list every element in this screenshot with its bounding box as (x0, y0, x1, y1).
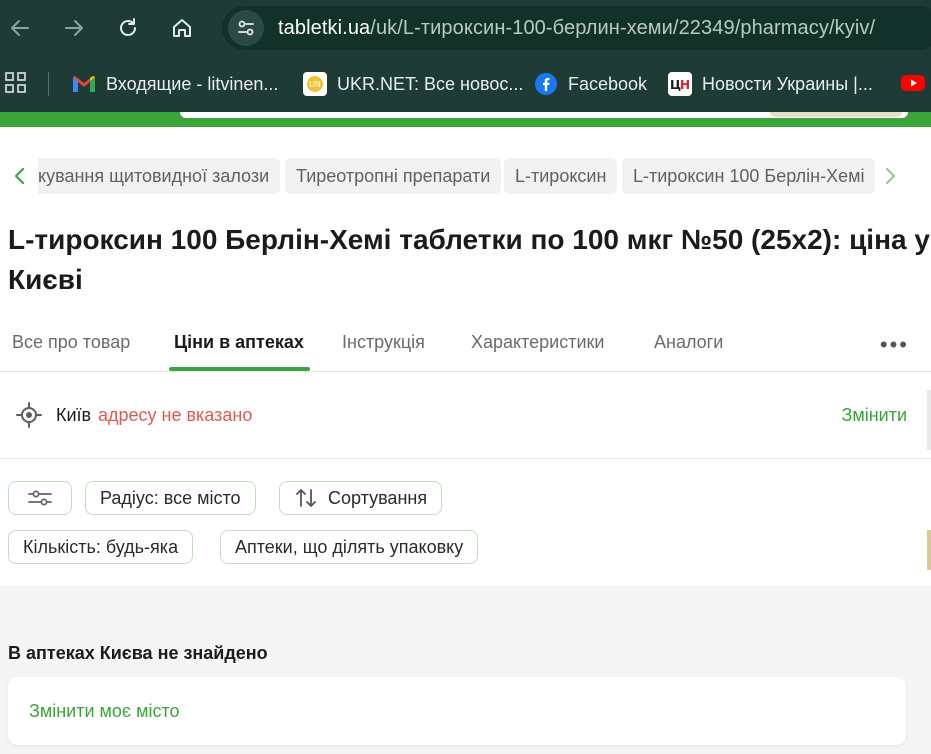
chip-label: Аптеки, що ділять упаковку (235, 536, 464, 557)
bookmark-label: Новости Украины |... (702, 73, 873, 94)
bookmark-label: UKR.NET: Все новос... (337, 73, 524, 94)
breadcrumb-item[interactable]: Тиреотропні препарати (285, 158, 502, 194)
location-city: Київ (56, 405, 92, 425)
reload-icon (120, 18, 136, 36)
address-bar[interactable]: tabletki.ua/uk/L-тироксин-100-берлин-хем… (222, 6, 931, 50)
tab-about[interactable]: Все про товар (12, 332, 130, 353)
tsn-icon: ЦН (668, 72, 692, 96)
breadcrumb-item[interactable]: L-тироксин 100 Берлін-Хемі (622, 158, 876, 194)
svg-text:Н: Н (680, 78, 690, 92)
breadcrumb-label: L-тироксин 100 Берлін-Хемі (633, 165, 865, 186)
radius-filter[interactable]: Радіус: все місто (85, 481, 256, 515)
bookmark-label: Facebook (568, 73, 648, 94)
bookmarks-bar: Входящие - litvinen... UN UKR.NET: Все н… (0, 56, 931, 112)
chevron-right-icon (885, 167, 896, 185)
chip-label: Кількість: будь-яка (23, 536, 179, 557)
breadcrumb-item[interactable]: кування щитовидної залози (38, 158, 280, 194)
location-target-icon (16, 402, 42, 433)
breadcrumb: кування щитовидної залози Тиреотропні пр… (0, 158, 931, 194)
tab-instructions[interactable]: Інструкція (342, 332, 425, 353)
gmail-icon (72, 72, 96, 96)
breadcrumb-label: кування щитовидної залози (38, 165, 270, 186)
site-header-strip (0, 112, 931, 127)
ukrnet-icon: UN (303, 72, 327, 96)
site-info-button[interactable] (228, 10, 264, 46)
url-path: /uk/L-тироксин-100-берлин-хеми/22349/pha… (370, 16, 876, 39)
sort-button[interactable]: Сортування (279, 481, 443, 515)
page-edge-element (927, 390, 931, 450)
bookmarks-separator (48, 72, 49, 96)
split-package-filter[interactable]: Аптеки, що ділять упаковку (220, 530, 479, 564)
browser-chrome: tabletki.ua/uk/L-тироксин-100-берлин-хем… (0, 0, 931, 112)
active-tab-indicator (169, 367, 310, 371)
home-icon (173, 19, 191, 37)
tab-prices[interactable]: Ціни в аптеках (174, 332, 304, 353)
no-results-heading: В аптеках Києва не знайдено (8, 643, 268, 663)
location-row: Київ адресу не вказано Змінити (0, 388, 931, 440)
header-button-edge (770, 112, 902, 117)
bookmark-ukrnet[interactable]: UN UKR.NET: Все новос... (303, 70, 523, 98)
youtube-icon (901, 75, 925, 91)
filters-button[interactable] (8, 481, 72, 515)
location-address[interactable]: адресу не вказано (98, 405, 252, 426)
breadcrumb-next-button[interactable] (878, 164, 902, 188)
back-button[interactable] (4, 12, 36, 44)
apps-grid-icon (5, 72, 26, 93)
breadcrumb-prev-button[interactable] (8, 164, 32, 188)
bookmark-facebook[interactable]: Facebook (534, 70, 647, 98)
tune-icon (238, 20, 254, 36)
bookmark-youtube[interactable] (900, 73, 926, 98)
sort-arrows-icon (296, 489, 316, 507)
home-button[interactable] (166, 12, 198, 44)
change-location-button[interactable]: Змінити (841, 405, 907, 426)
breadcrumb-label: L-тироксин (515, 165, 607, 186)
url-text: tabletki.ua/uk/L-тироксин-100-берлин-хем… (278, 17, 875, 40)
more-tabs-button[interactable]: ••• (880, 332, 909, 358)
change-city-card: Змінити моє місто (8, 677, 906, 745)
forward-arrow-icon (65, 20, 83, 36)
facebook-icon (534, 72, 558, 96)
svg-text:UN: UN (309, 80, 321, 89)
divider (0, 458, 931, 459)
breadcrumb-label: Тиреотропні препарати (296, 165, 491, 186)
filter-sliders-icon (28, 490, 52, 506)
breadcrumb-item[interactable]: L-тироксин (504, 158, 618, 194)
apps-button[interactable] (4, 71, 28, 100)
bookmark-label: Входящие - litvinen... (106, 73, 279, 94)
reload-button[interactable] (112, 12, 144, 44)
bookmark-gmail[interactable]: Входящие - litvinen... (72, 70, 278, 98)
product-tabs: Все про товар Ціни в аптеках Інструкція … (0, 322, 931, 372)
browser-toolbar: tabletki.ua/uk/L-тироксин-100-берлин-хем… (0, 0, 931, 56)
bookmark-tsn[interactable]: ЦН Новости Украины |... (668, 70, 873, 98)
tab-characteristics[interactable]: Характеристики (471, 332, 604, 353)
tab-analogs[interactable]: Аналоги (654, 332, 723, 353)
chevron-left-icon (14, 167, 25, 185)
forward-button[interactable] (58, 12, 90, 44)
chip-label: Сортування (328, 487, 428, 508)
quantity-filter[interactable]: Кількість: будь-яка (8, 530, 194, 564)
change-city-link[interactable]: Змінити моє місто (29, 701, 180, 722)
page-title: L-тироксин 100 Берлін-Хемі таблетки по 1… (8, 224, 930, 295)
back-arrow-icon (11, 20, 29, 36)
url-host: tabletki.ua (278, 16, 371, 39)
chip-label: Радіус: все місто (100, 487, 241, 508)
page-edge-element (927, 530, 931, 570)
